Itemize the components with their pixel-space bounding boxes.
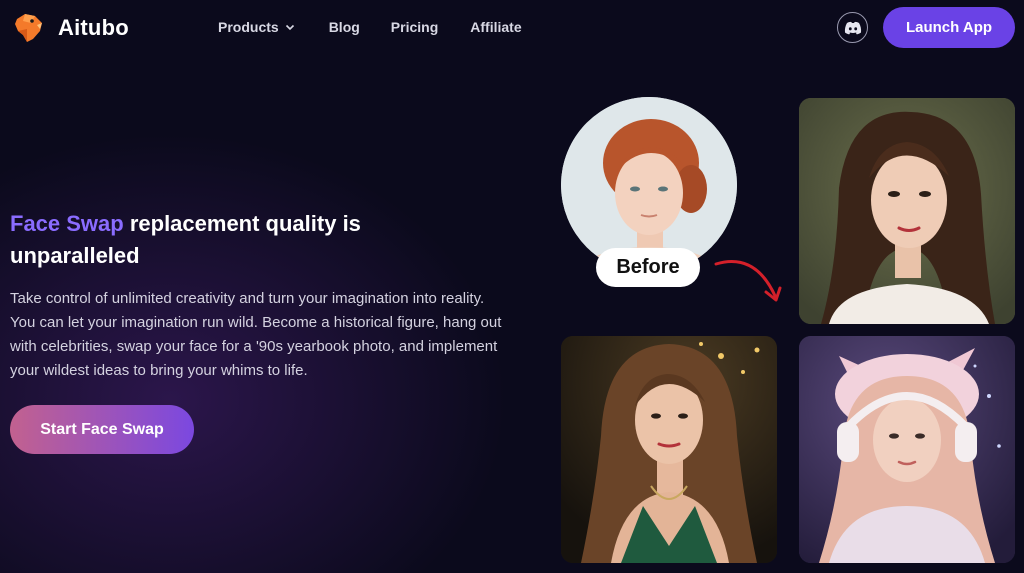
before-portrait-image (561, 97, 737, 273)
brand-name: Aitubo (58, 14, 129, 40)
discord-button[interactable] (837, 12, 868, 43)
nav-products-label: Products (218, 19, 279, 35)
nav-blog-label: Blog (328, 19, 360, 35)
curved-arrow-icon (714, 260, 782, 302)
brand-logo[interactable]: Aitubo (13, 11, 129, 44)
start-face-swap-button[interactable]: Start Face Swap (10, 405, 194, 454)
discord-icon (844, 21, 861, 34)
top-nav: Aitubo Products Blog Pricing Affiliate L… (0, 0, 1024, 56)
before-label: Before (596, 248, 700, 287)
nav-pricing-label: Pricing (390, 19, 439, 35)
main-menu: Products Blog Pricing Affiliate (218, 19, 522, 35)
launch-app-button[interactable]: Launch App (883, 7, 1015, 48)
beaver-logo-icon (15, 14, 42, 42)
nav-affiliate[interactable]: Affiliate (470, 19, 521, 35)
nav-products[interactable]: Products (218, 19, 295, 35)
nav-affiliate-label: Affiliate (470, 19, 522, 35)
nav-blog[interactable]: Blog (329, 19, 360, 35)
result-portrait-cat-ears-image (799, 336, 1015, 563)
hero-description: Take control of unlimited creativity and… (10, 290, 502, 379)
result-portrait-green-dress-image (561, 336, 777, 563)
chevron-down-icon (285, 24, 294, 31)
hero-title: Face Swap replacement quality is unparal… (10, 208, 480, 272)
hero-title-accent: Face Swap (10, 211, 124, 236)
nav-pricing[interactable]: Pricing (391, 19, 438, 35)
result-portrait-vintage-image (799, 98, 1015, 324)
